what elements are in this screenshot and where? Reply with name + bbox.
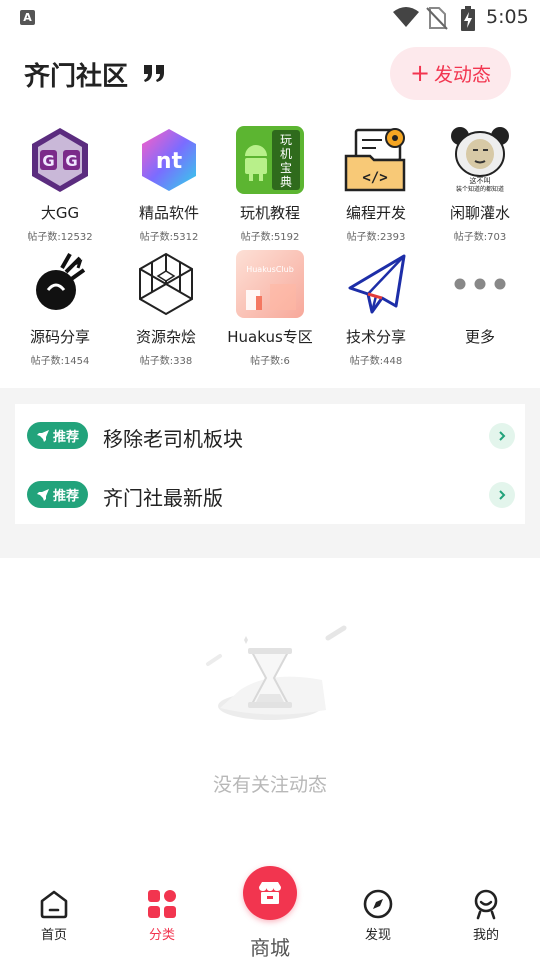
profile-icon xyxy=(474,889,498,920)
nav-mall-label: 商城 xyxy=(250,936,290,960)
bottom-navigation: 首页 分类 商城 发现 我的 xyxy=(0,866,540,960)
category-name: 玩机教程 xyxy=(239,204,300,222)
compass-icon xyxy=(363,889,393,919)
category-item-source-code[interactable]: 源码分享 帖子数:1454 xyxy=(6,250,114,367)
nav-discover-label: 发现 xyxy=(364,928,391,943)
category-post-count: 帖子数:6 xyxy=(250,356,290,367)
svg-text:</>: </> xyxy=(362,170,387,186)
category-post-count: 帖子数:1454 xyxy=(30,356,90,367)
plus-icon: + xyxy=(409,58,431,87)
more-dots-icon xyxy=(454,278,506,290)
recommend-title: 齐门社最新版 xyxy=(103,486,223,510)
category-post-count: 帖子数:12532 xyxy=(27,232,93,243)
svg-text:G: G xyxy=(65,152,77,170)
rocket-icon xyxy=(36,429,49,442)
nav-mall-button[interactable] xyxy=(243,866,297,920)
battery-charging-icon xyxy=(461,6,475,31)
category-post-count: 帖子数:5312 xyxy=(139,232,199,243)
category-item-huakus[interactable]: HuakusClub Huakus专区 帖子数:6 xyxy=(216,250,324,367)
huakus-club-icon: HuakusClub xyxy=(236,250,304,318)
post-update-button[interactable]: + 发动态 xyxy=(390,47,511,100)
clock-time: 5:05 xyxy=(486,6,529,28)
category-name: 技术分享 xyxy=(345,328,406,346)
category-post-count: 帖子数:703 xyxy=(453,232,507,243)
nav-home[interactable]: 首页 xyxy=(14,888,94,943)
recommend-item[interactable]: 推荐 齐门社最新版 xyxy=(15,465,525,523)
quote-icon xyxy=(144,65,164,82)
hourglass-icon xyxy=(206,625,347,720)
guide-icon-char-1: 玩 xyxy=(280,133,292,147)
gg-app-icon: G G xyxy=(32,128,88,192)
category-item-premium-software[interactable]: nt 精品软件 帖子数:5312 xyxy=(115,126,223,243)
nav-discover[interactable]: 发现 xyxy=(338,888,418,943)
store-icon xyxy=(259,882,281,904)
nav-profile-label: 我的 xyxy=(472,928,499,943)
page-title: 齐门社区 xyxy=(24,62,129,92)
hexagon-cube-icon xyxy=(139,252,193,316)
recommend-badge: 推荐 xyxy=(27,422,88,449)
category-item-more[interactable]: 更多 xyxy=(426,250,534,352)
category-item-resources[interactable]: 资源杂烩 帖子数:338 xyxy=(112,250,220,367)
empty-state-text: 没有关注动态 xyxy=(212,774,327,796)
category-name: Huakus专区 xyxy=(227,328,313,346)
nav-home-label: 首页 xyxy=(40,928,67,943)
panda-meme-caption-2: 装个知道的都知道 xyxy=(456,185,504,193)
category-name: 资源杂烩 xyxy=(135,328,196,346)
paper-plane-icon xyxy=(348,254,406,314)
svg-text:G: G xyxy=(42,152,54,170)
nav-profile[interactable]: 我的 xyxy=(446,888,526,943)
home-icon xyxy=(40,890,68,919)
nav-categories-label: 分类 xyxy=(148,928,175,943)
category-item-phone-tutorial[interactable]: 玩 机 宝 典 玩机教程 帖子数:5192 xyxy=(216,126,324,243)
android-guide-icon: 玩 机 宝 典 xyxy=(236,126,304,194)
category-grid-icon xyxy=(148,890,176,918)
post-update-label: 发动态 xyxy=(434,64,492,86)
category-post-count: 帖子数:2393 xyxy=(346,232,406,243)
guide-icon-char-2: 机 xyxy=(280,147,292,161)
wifi-icon xyxy=(393,7,419,27)
chevron-right-icon xyxy=(489,423,515,449)
recommend-badge-label: 推荐 xyxy=(52,430,79,445)
notification-a-icon: A xyxy=(20,10,35,25)
svg-text:nt: nt xyxy=(156,149,183,174)
category-post-count: 帖子数:448 xyxy=(349,356,403,367)
panda-meme-icon: 这不叫 装个知道的都知道 xyxy=(446,126,514,194)
panda-meme-caption-1: 这不叫 xyxy=(470,176,491,185)
nt-app-icon: nt xyxy=(142,129,196,191)
category-item-tech-share[interactable]: 技术分享 帖子数:448 xyxy=(322,250,430,367)
category-name: 编程开发 xyxy=(345,204,406,222)
recommend-badge: 推荐 xyxy=(27,481,88,508)
guide-icon-char-4: 典 xyxy=(280,175,292,189)
category-post-count: 帖子数:338 xyxy=(139,356,193,367)
guide-icon-char-3: 宝 xyxy=(280,161,292,175)
code-window-icon: </> xyxy=(344,128,406,192)
recommend-title: 移除老司机板块 xyxy=(103,427,243,451)
category-name: 闲聊灌水 xyxy=(449,204,510,222)
recommend-badge-label: 推荐 xyxy=(52,489,79,504)
rocket-icon xyxy=(36,488,49,501)
source-code-icon xyxy=(36,253,86,310)
category-item-programming[interactable]: </> 编程开发 帖子数:2393 xyxy=(322,126,430,243)
status-bar: A 5:05 xyxy=(0,0,540,36)
huakus-club-icon-text: HuakusClub xyxy=(246,265,294,274)
category-item-chat[interactable]: 这不叫 装个知道的都知道 闲聊灌水 帖子数:703 xyxy=(426,126,534,243)
recommend-item[interactable]: 推荐 移除老司机板块 xyxy=(15,406,525,464)
category-name: 源码分享 xyxy=(29,328,90,346)
category-item-dagg[interactable]: G G 大GG 帖子数:12532 xyxy=(6,126,114,243)
no-sim-icon xyxy=(426,7,448,30)
nav-categories[interactable]: 分类 xyxy=(122,888,202,943)
recommend-card: 推荐 移除老司机板块 推荐 齐门社最新版 xyxy=(15,404,525,524)
category-name: 更多 xyxy=(464,328,495,346)
category-name: 精品软件 xyxy=(138,204,199,222)
chevron-right-icon xyxy=(489,482,515,508)
category-name: 大GG xyxy=(40,204,80,222)
category-post-count: 帖子数:5192 xyxy=(240,232,300,243)
